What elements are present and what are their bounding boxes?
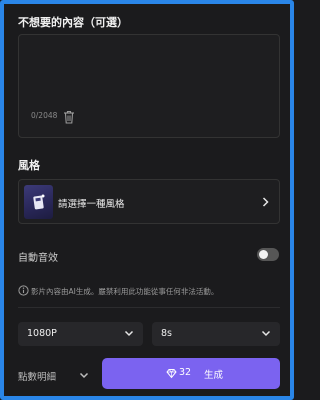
- generate-cost: 32: [179, 367, 192, 378]
- resolution-dropdown[interactable]: 1080P: [18, 322, 143, 346]
- generate-label: 生成: [204, 370, 224, 381]
- style-selector[interactable]: 請選擇一種風格: [18, 179, 280, 224]
- negative-prompt-input[interactable]: 0/2048: [18, 34, 280, 138]
- divider: [18, 307, 280, 308]
- trash-icon[interactable]: [63, 110, 75, 124]
- auto-audio-label: 自動音效: [18, 253, 58, 264]
- auto-audio-toggle[interactable]: [257, 248, 279, 261]
- negative-prompt-title: 不想要的內容（可選）: [18, 16, 128, 29]
- gem-icon: [166, 369, 177, 379]
- style-label: 風格: [18, 159, 40, 172]
- generate-button[interactable]: 32 生成: [102, 358, 280, 389]
- chevron-right-icon: [262, 197, 269, 207]
- panel-frame: 不想要的內容（可選） 0/2048 風格 請選擇一種風格 自動音效 影片內容由A…: [0, 0, 294, 400]
- char-counter: 0/2048: [31, 111, 58, 120]
- duration-value: 8s: [161, 328, 172, 339]
- chevron-down-icon: [261, 330, 271, 337]
- resolution-value: 1080P: [27, 328, 57, 339]
- style-placeholder: 請選擇一種風格: [58, 199, 125, 210]
- style-thumbnail: [24, 185, 53, 219]
- chevron-down-icon[interactable]: [79, 372, 89, 379]
- info-icon: [18, 285, 29, 296]
- duration-dropdown[interactable]: 8s: [152, 322, 280, 346]
- credit-details-toggle[interactable]: 點數明細: [18, 369, 56, 383]
- ai-notice: 影片內容由AI生成。嚴禁利用此功能從事任何非法活動。: [31, 287, 219, 296]
- toggle-knob: [259, 250, 268, 259]
- chevron-down-icon: [124, 330, 134, 337]
